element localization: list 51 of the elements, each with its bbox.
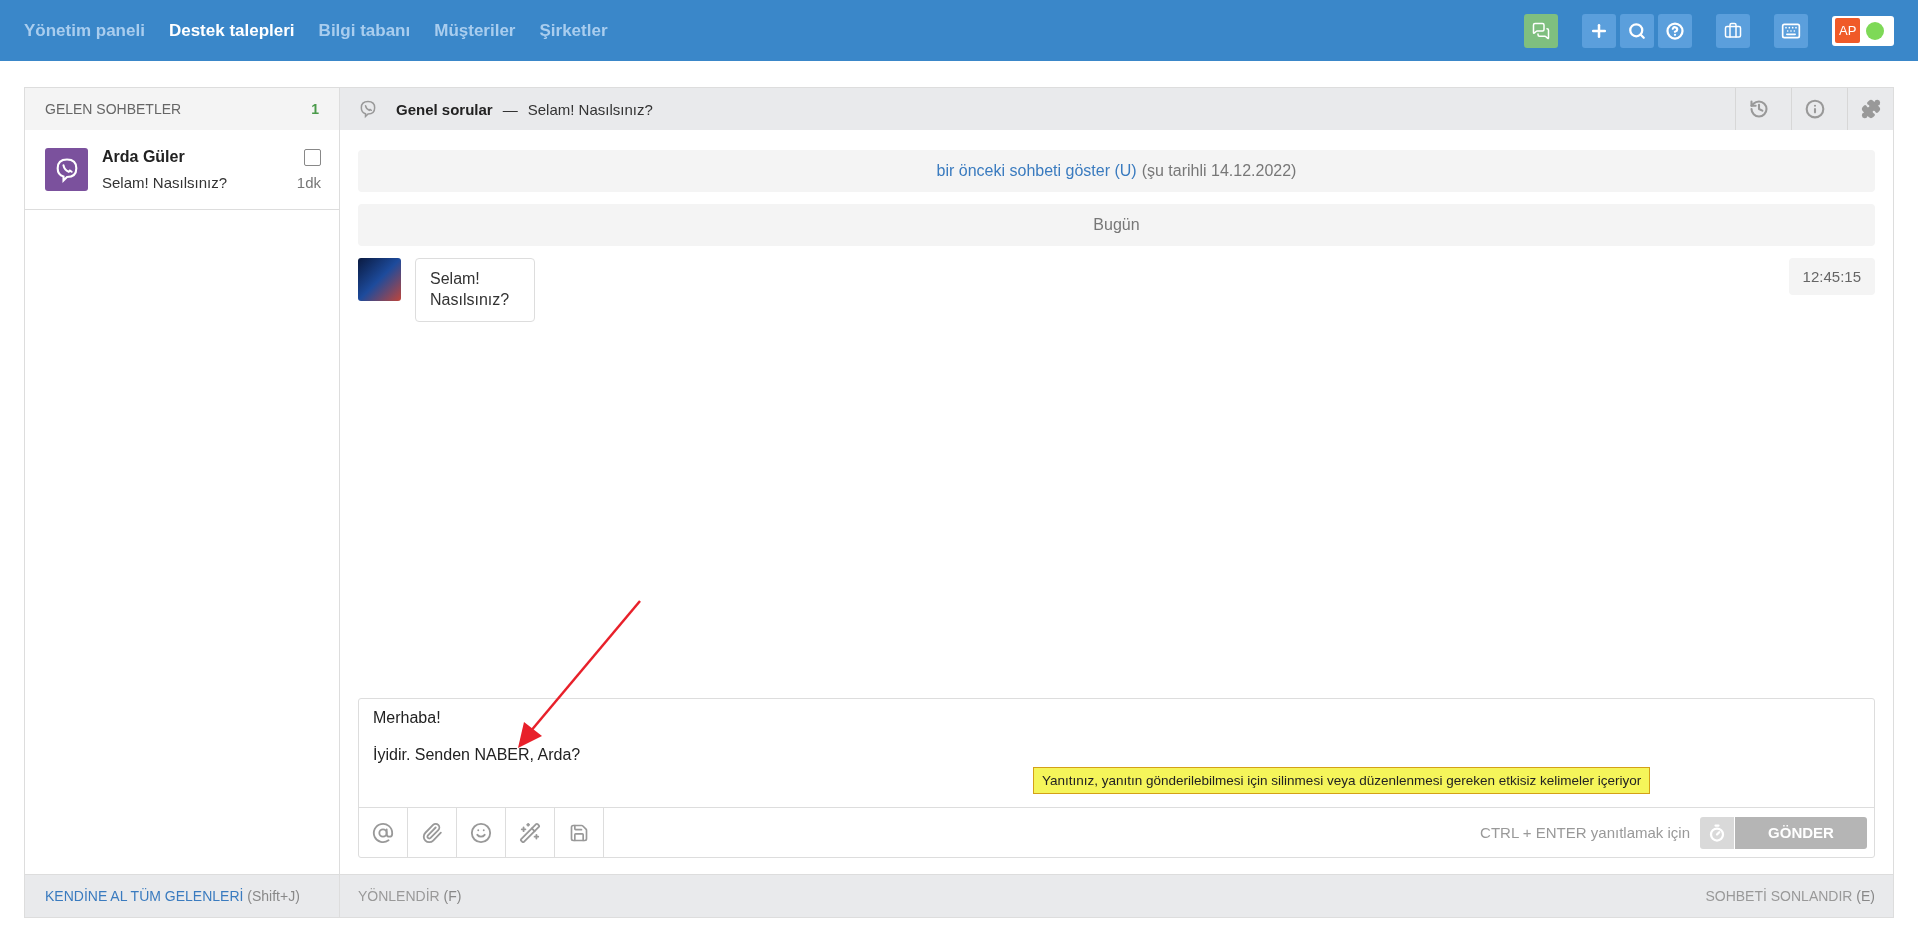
chat-count: 1 bbox=[311, 101, 319, 117]
warning-tooltip: Yanıtınız, yanıtın gönderilebilmesi için silinmesi veya düzenlenmesi gereken etkisiz kelimeler içeriyor bbox=[1033, 767, 1651, 794]
nav-link[interactable]: Müşteriler bbox=[434, 20, 516, 41]
chat-list-item[interactable]: Arda Güler Selam! Nasılsınız? 1dk bbox=[25, 130, 339, 210]
briefcase-icon bbox=[1724, 21, 1742, 40]
puzzle-icon bbox=[1860, 99, 1881, 119]
message-time: 12:45:15 bbox=[1788, 258, 1875, 295]
at-sign-icon bbox=[372, 821, 394, 844]
chat-bubbles-icon bbox=[1532, 21, 1550, 40]
history-icon bbox=[1748, 99, 1769, 119]
paperclip-icon bbox=[421, 821, 443, 844]
previous-chat-link[interactable]: bir önceki sohbeti göster (U) bbox=[936, 162, 1137, 180]
panel-title: GELEN SOHBETLER bbox=[45, 101, 182, 117]
nav-link[interactable]: Şirketler bbox=[539, 20, 608, 41]
take-all-button[interactable]: KENDİNE AL TÜM GELENLERİ (Shift+J) bbox=[45, 888, 300, 904]
magic-wand-icon bbox=[519, 821, 541, 844]
message-preview: Selam! Nasılsınız? bbox=[102, 174, 228, 191]
chat-checkbox[interactable] bbox=[304, 148, 321, 166]
search-button[interactable] bbox=[1620, 13, 1654, 48]
smiley-icon bbox=[470, 821, 492, 844]
search-icon bbox=[1628, 21, 1646, 40]
chats-button[interactable] bbox=[1524, 13, 1558, 48]
nav-link[interactable]: Bilgi tabanı bbox=[318, 20, 411, 41]
viber-icon bbox=[358, 99, 378, 119]
forward-button[interactable]: YÖNLENDİR (F) bbox=[358, 888, 462, 904]
avatar-photo-placeholder bbox=[358, 258, 401, 301]
message-bubble: Selam! Nasılsınız? bbox=[415, 258, 535, 322]
nav-link[interactable]: Destek talepleri bbox=[168, 20, 295, 41]
info-icon bbox=[1804, 99, 1825, 119]
user-status-toggle[interactable]: AP bbox=[1832, 15, 1894, 46]
send-shortcut-hint: CTRL + ENTER yanıtlamak için bbox=[1480, 824, 1690, 841]
reply-text: Merhaba! bbox=[373, 709, 442, 727]
elapsed-time: 1dk bbox=[296, 174, 321, 191]
help-button[interactable] bbox=[1658, 13, 1692, 48]
previous-chat-date: (şu tarihli 14.12.2022) bbox=[1141, 162, 1297, 180]
title-separator: — bbox=[502, 100, 518, 118]
help-icon bbox=[1666, 21, 1684, 40]
reply-input-field[interactable]: Merhaba! İyidir. Senden NABER, Arda? Yanıtınız, yanıtın gönderilebilmesi için silinmesi veya düzenlenmesi gereken etkisiz kelimeler içeriyor bbox=[359, 699, 1874, 807]
briefcase-button[interactable] bbox=[1716, 13, 1750, 48]
nav-link[interactable]: Yönetim paneli bbox=[24, 20, 145, 41]
day-label: Bugün bbox=[1093, 216, 1140, 234]
stopwatch-icon bbox=[1708, 823, 1726, 842]
end-chat-button[interactable]: SOHBETİ SONLANDIR (E) bbox=[1705, 888, 1875, 904]
save-icon bbox=[569, 822, 589, 843]
chat-subject: Selam! Nasılsınız? bbox=[527, 100, 653, 118]
add-button[interactable] bbox=[1582, 13, 1616, 48]
chat-topic: Genel sorular bbox=[396, 100, 493, 118]
contact-name: Arda Güler bbox=[102, 148, 185, 166]
keyboard-button[interactable] bbox=[1774, 13, 1808, 48]
user-initials: AP bbox=[1835, 18, 1861, 43]
reply-text: İyidir. Senden NABER, Arda? bbox=[373, 746, 582, 764]
